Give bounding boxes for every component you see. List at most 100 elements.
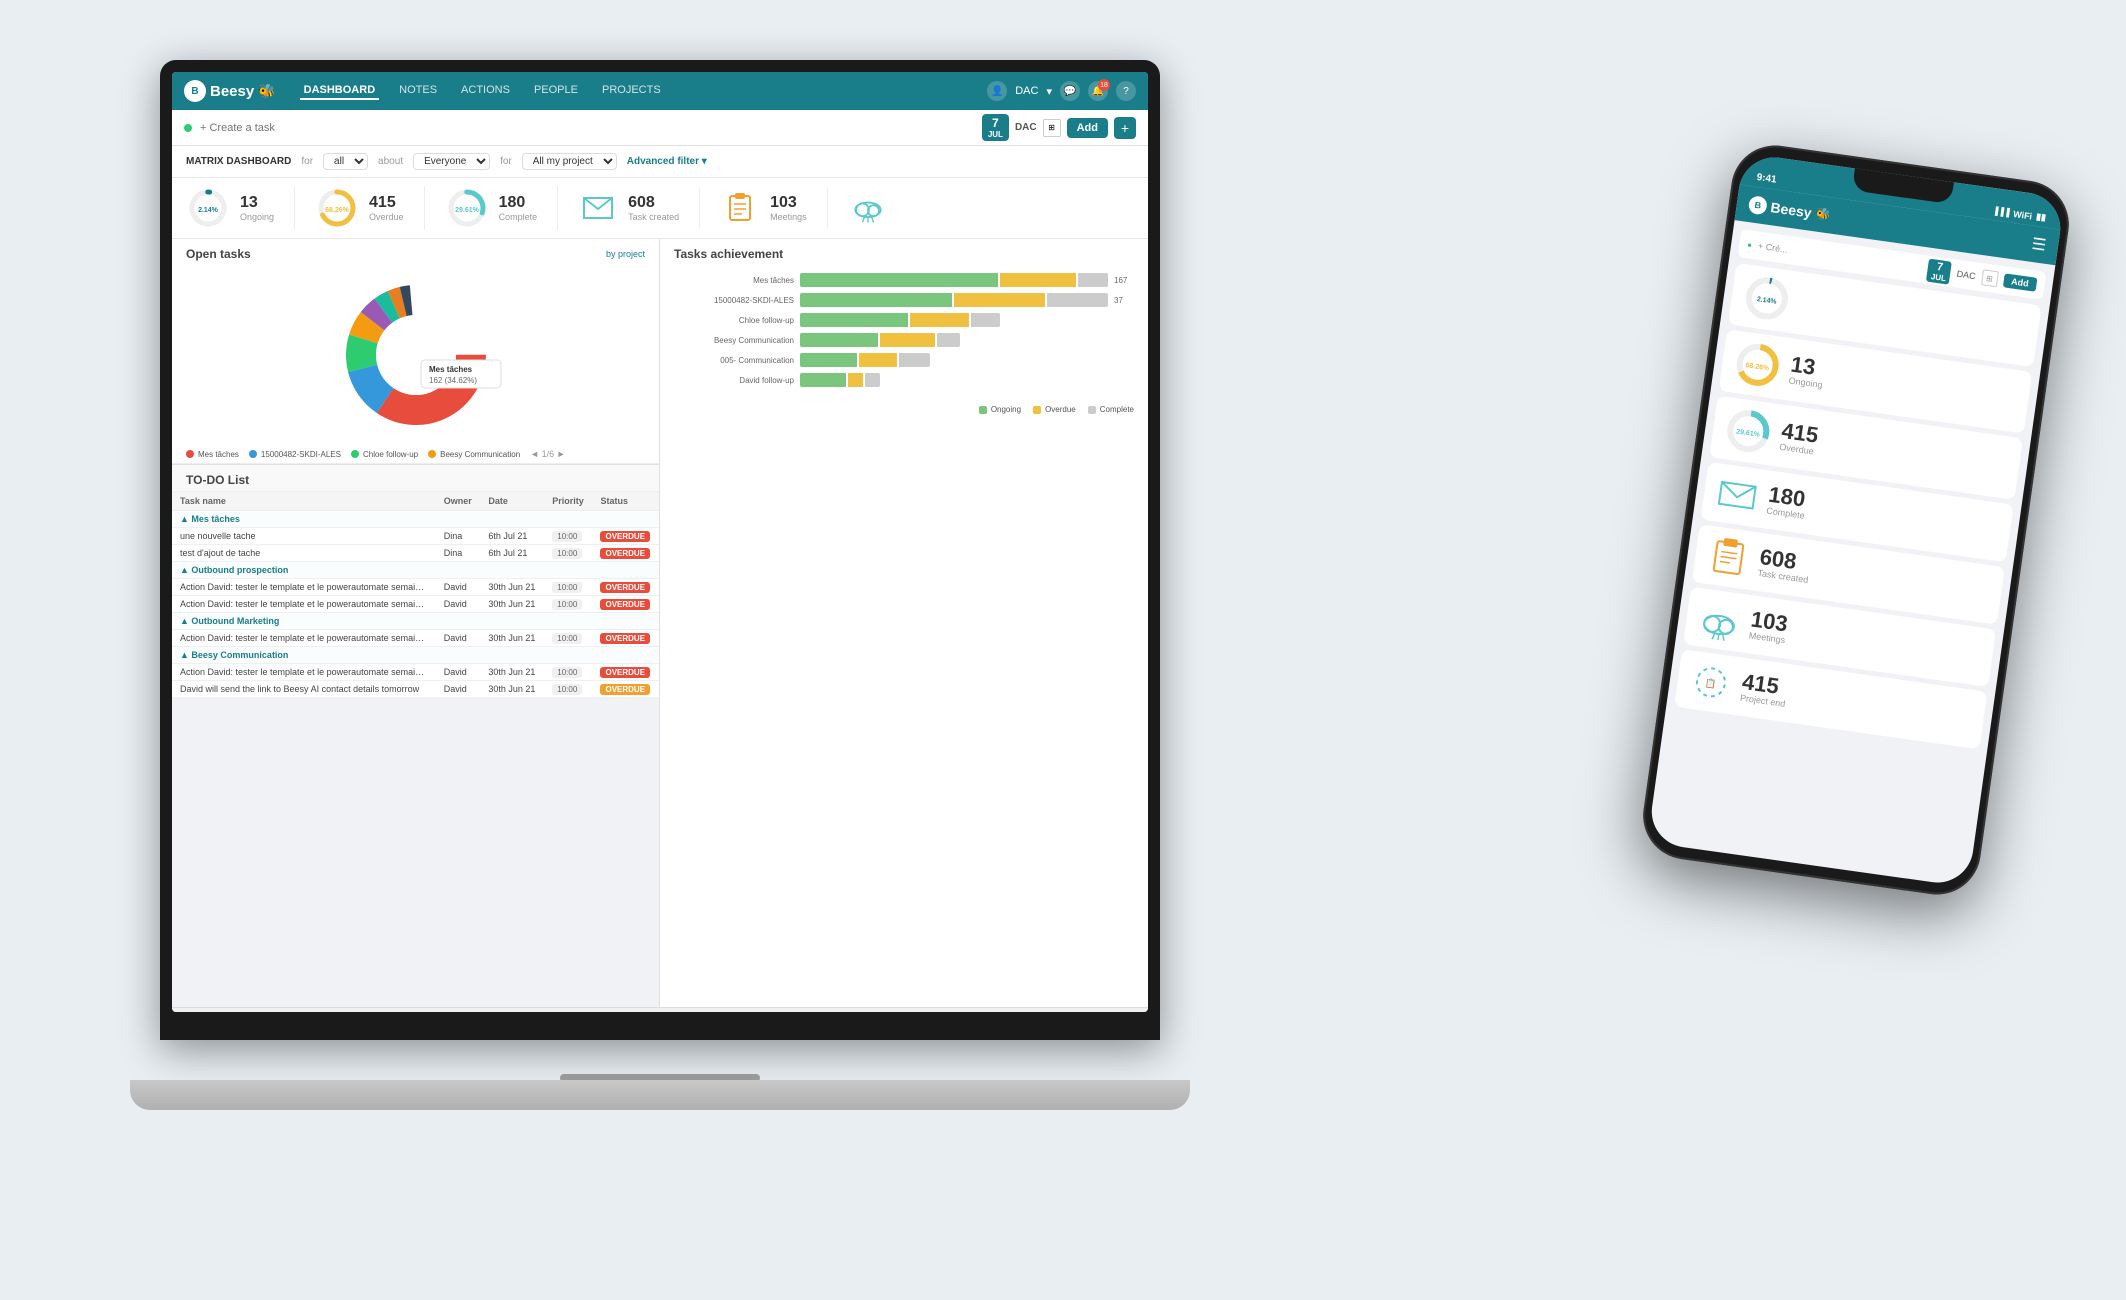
overdue-num: 415 xyxy=(369,194,404,212)
phone-menu-icon[interactable]: ☰ xyxy=(2030,234,2047,256)
task-row-2: test d'ajout de tache Dina 6th Jul 21 10… xyxy=(172,545,659,562)
bar-yellow-5 xyxy=(859,353,897,367)
all-select[interactable]: all xyxy=(323,153,368,170)
advanced-filter[interactable]: Advanced filter ▾ xyxy=(627,156,707,167)
bar-green-6 xyxy=(800,373,846,387)
task-priority-4: 10:00 xyxy=(544,596,592,613)
create-task-input[interactable] xyxy=(200,122,974,134)
stats-row: 2.14% 13 Ongoing 68.26% xyxy=(172,178,1148,239)
plus-button[interactable]: + xyxy=(1114,117,1136,139)
filter-bar: MATRIX DASHBOARD for all about Everyone … xyxy=(172,146,1148,178)
phone-grid-icon[interactable]: ⊞ xyxy=(1980,269,1998,287)
nav-dashboard[interactable]: DASHBOARD xyxy=(300,82,380,100)
task-row-1: une nouvelle tache Dina 6th Jul 21 10:00… xyxy=(172,528,659,545)
phone-stat-2-info: 13 Ongoing xyxy=(1788,354,1826,390)
everyone-select[interactable]: Everyone xyxy=(413,153,490,170)
matrix-label: MATRIX DASHBOARD xyxy=(186,156,291,167)
app-navbar: B Beesy 🐝 DASHBOARD NOTES ACTIONS PEOPLE… xyxy=(172,72,1148,110)
app-name: Beesy xyxy=(210,83,254,100)
bar-row-2: 15000482-SKDI-ALES 37 xyxy=(674,293,1134,307)
task-row-6: Action David: tester le template et le p… xyxy=(172,664,659,681)
legend-dot-orange xyxy=(428,450,436,458)
todo-table-header: Task name Owner Date Priority Status xyxy=(172,492,659,511)
phone-clipboard-icon xyxy=(1703,532,1755,584)
legend-beesy: Beesy Communication xyxy=(428,449,520,459)
task-date-1: 6th Jul 21 xyxy=(480,528,544,545)
notification-icon[interactable]: 🔔 18 xyxy=(1088,81,1108,101)
app-footer: BeesyApps 7.2.1 © 2021 Free Training Web… xyxy=(172,1007,1148,1012)
task-priority-5: 10:00 xyxy=(544,630,592,647)
legend-mes-taches: Mes tâches xyxy=(186,449,239,459)
donut-ongoing: 2.14% xyxy=(186,186,230,230)
meetings-num: 103 xyxy=(770,194,807,212)
task-status-6: OVERDUE xyxy=(592,664,659,681)
phone-stat-7-info: 415 Project end xyxy=(1739,671,1789,709)
task-owner-7: David xyxy=(436,681,481,698)
task-owner-6: David xyxy=(436,664,481,681)
laptop-body xyxy=(130,1080,1190,1110)
legend-label-2: 15000482-SKDI-ALES xyxy=(261,450,341,459)
svg-text:68.26%: 68.26% xyxy=(1745,362,1770,372)
task-row-3: Action David: tester le template et le p… xyxy=(172,579,659,596)
projects-select[interactable]: All my project xyxy=(522,153,617,170)
svg-text:68.26%: 68.26% xyxy=(325,207,350,214)
bar-row-5: 005- Communication xyxy=(674,353,1134,367)
by-project-label[interactable]: by project xyxy=(606,249,645,259)
bar-value-1: 167 xyxy=(1114,276,1134,285)
bar-chart-area: Mes tâches 167 15000482-SKDI-ALES xyxy=(660,265,1148,401)
task-date-6: 30th Jun 21 xyxy=(480,664,544,681)
svg-text:2.14%: 2.14% xyxy=(198,207,219,214)
nav-notes[interactable]: NOTES xyxy=(395,82,441,100)
user-icon[interactable]: 👤 xyxy=(987,81,1007,101)
task-name-3: Action David: tester le template et le p… xyxy=(172,579,436,596)
complete-label: Complete xyxy=(499,212,538,222)
task-row-5: Action David: tester le template et le p… xyxy=(172,630,659,647)
grid-icon[interactable]: ⊞ xyxy=(1043,119,1061,137)
task-created-num: 608 xyxy=(628,194,679,212)
task-status-1: OVERDUE xyxy=(592,528,659,545)
nav-links: DASHBOARD NOTES ACTIONS PEOPLE PROJECTS xyxy=(300,82,665,100)
category-mes-taches: ▲ Mes tâches xyxy=(172,511,659,528)
nav-people[interactable]: PEOPLE xyxy=(530,82,582,100)
legend-label-1: Mes tâches xyxy=(198,450,239,459)
legend-skdi: 15000482-SKDI-ALES xyxy=(249,449,341,459)
help-icon[interactable]: ? xyxy=(1116,81,1136,101)
col-date: Date xyxy=(480,492,544,511)
nav-projects[interactable]: PROJECTS xyxy=(598,82,665,100)
category-mes-taches-label: ▲ Mes tâches xyxy=(172,511,659,528)
bar-row-3: Chloe follow-up xyxy=(674,313,1134,327)
stat-project-end xyxy=(828,188,918,228)
phone-add-btn[interactable]: Add xyxy=(2002,273,2037,292)
todo-tbody: ▲ Mes tâches une nouvelle tache Dina 6th… xyxy=(172,511,659,698)
bar-row-1: Mes tâches 167 xyxy=(674,273,1134,287)
col-status: Status xyxy=(592,492,659,511)
stat-ongoing: 2.14% 13 Ongoing xyxy=(186,186,295,230)
add-button[interactable]: Add xyxy=(1067,118,1108,138)
category-beesy-comm: ▲ Beesy Communication xyxy=(172,647,659,664)
task-date-7: 30th Jun 21 xyxy=(480,681,544,698)
nav-actions[interactable]: ACTIONS xyxy=(457,82,514,100)
bar-gray-1 xyxy=(1078,273,1108,287)
task-name-7: David will send the link to Beesy AI con… xyxy=(172,681,436,698)
tasks-achievement-title: Tasks achievement xyxy=(674,247,783,261)
left-panel: Open tasks by project xyxy=(172,239,660,1007)
about-label: about xyxy=(378,156,403,167)
category-outbound-label: ▲ Outbound prospection xyxy=(172,562,659,579)
task-status-2: OVERDUE xyxy=(592,545,659,562)
open-tasks-header: Open tasks by project xyxy=(172,239,659,265)
nav-right: 👤 DAC ▾ 💬 🔔 18 ? xyxy=(987,81,1136,101)
phone-dac: DAC xyxy=(1956,269,1976,282)
legend-nav: ◄ 1/6 ► xyxy=(530,449,565,459)
bar-track-5 xyxy=(800,353,930,367)
phone-stat-5-info: 608 Task created xyxy=(1757,546,1812,585)
donut-overdue: 68.26% xyxy=(315,186,359,230)
bar-gray-3 xyxy=(971,313,1000,327)
phone-logo-icon: B xyxy=(1748,195,1768,215)
task-status-4: OVERDUE xyxy=(592,596,659,613)
legend-dot-red xyxy=(186,450,194,458)
meetings-label: Meetings xyxy=(770,212,807,222)
ongoing-num: 13 xyxy=(240,194,274,212)
col-task-name: Task name xyxy=(172,492,436,511)
task-owner-4: David xyxy=(436,596,481,613)
chat-icon[interactable]: 💬 xyxy=(1060,81,1080,101)
